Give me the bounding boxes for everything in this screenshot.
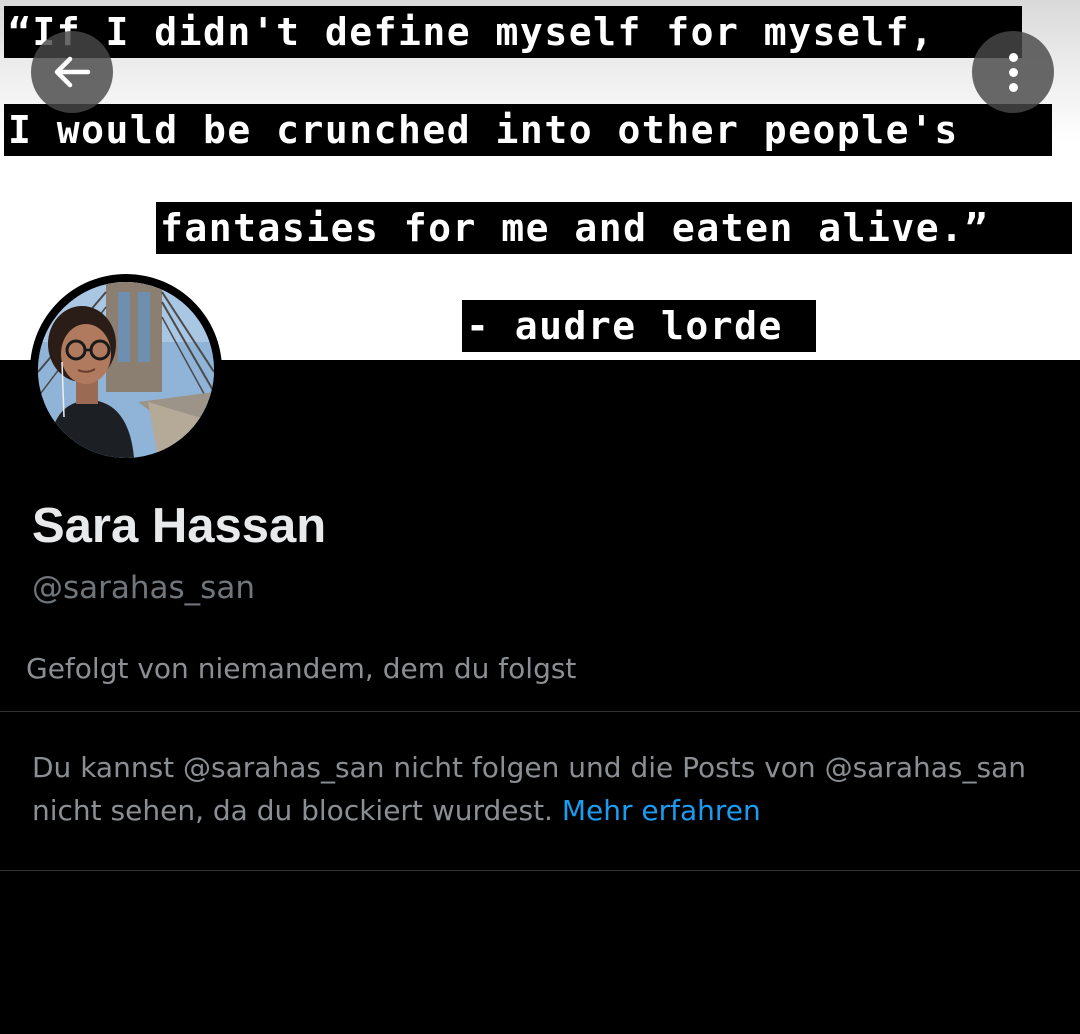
- blocked-notice-text: Du kannst @sarahas_san nicht folgen und …: [32, 751, 1026, 827]
- profile-display-name: Sara Hassan: [32, 499, 327, 553]
- profile-handle: @sarahas_san: [32, 570, 255, 606]
- banner-quote-line-2: I would be crunched into other people's: [4, 104, 1052, 156]
- divider: [0, 870, 1080, 871]
- back-button[interactable]: [31, 31, 113, 113]
- banner-quote-line-3: fantasies for me and eaten alive.”: [156, 202, 1072, 254]
- avatar-photo: [38, 282, 214, 458]
- arrow-left-icon: [54, 56, 91, 88]
- banner-quote-line-1: “If I didn't define myself for myself,: [4, 6, 1022, 58]
- profile-avatar[interactable]: [30, 274, 222, 466]
- followed-by-text[interactable]: Gefolgt von niemandem, dem du folgst: [26, 650, 576, 688]
- learn-more-link[interactable]: Mehr erfahren: [562, 794, 761, 827]
- more-vertical-icon: [1008, 52, 1018, 92]
- blocked-notice: Du kannst @sarahas_san nicht folgen und …: [32, 746, 1052, 832]
- more-options-button[interactable]: [972, 31, 1054, 113]
- divider: [0, 711, 1080, 712]
- banner-quote-attribution: - audre lorde: [462, 300, 816, 352]
